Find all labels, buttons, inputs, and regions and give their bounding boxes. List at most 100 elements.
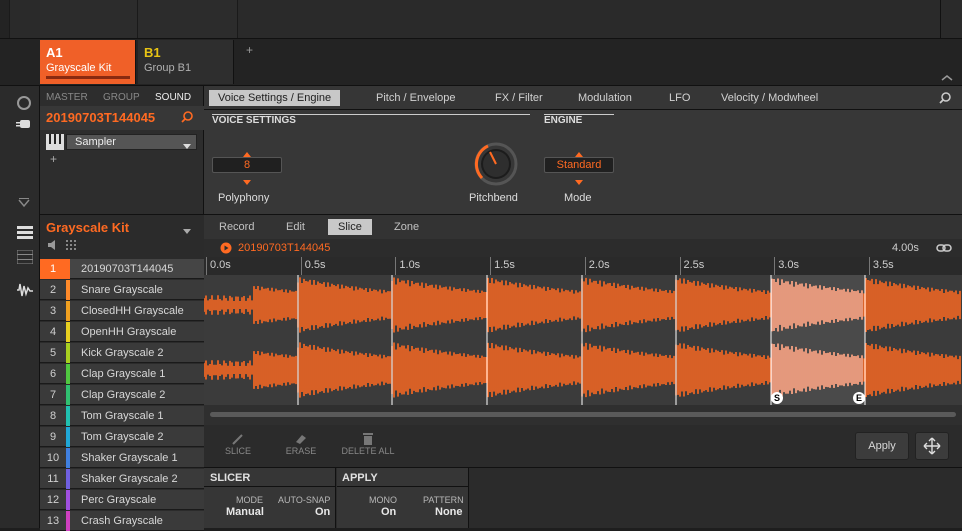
search-icon[interactable] [181, 111, 193, 123]
slot-name: Snare Grayscale [81, 284, 163, 296]
sound-slot[interactable]: 1 20190703T144045 [40, 259, 204, 279]
slot-color [66, 259, 70, 279]
sound-slot[interactable]: 13 Crash Grayscale [40, 511, 204, 531]
slot-number: 4 [49, 326, 57, 338]
chevron-down-icon[interactable] [183, 225, 191, 237]
add-group-button[interactable]: + [246, 43, 253, 57]
speaker-icon[interactable] [48, 240, 58, 250]
tab-sound[interactable]: SOUND [155, 92, 191, 103]
ruler-label: 2.0s [588, 259, 610, 271]
pitchbend-knob[interactable] [474, 142, 518, 186]
tab-voice-settings[interactable]: Voice Settings / Engine [209, 90, 341, 106]
sound-slot[interactable]: 8 Tom Grayscale 1 [40, 406, 204, 426]
arrow-down-icon[interactable] [575, 176, 583, 188]
add-plugin-button[interactable]: + [50, 152, 57, 166]
eraser-icon [296, 435, 306, 444]
sound-slot[interactable]: 2 Snare Grayscale [40, 280, 204, 300]
sample-name: 20190703T144045 [238, 242, 331, 254]
keyboard-view-icon[interactable] [16, 249, 34, 265]
mode-value[interactable]: Manual [226, 506, 264, 518]
slot-color [66, 448, 70, 468]
sound-slot[interactable]: 4 OpenHH Grayscale [40, 322, 204, 342]
tab-lfo[interactable]: LFO [660, 90, 699, 106]
tab-slice[interactable]: Slice [328, 219, 372, 235]
sound-slot[interactable]: 11 Shaker Grayscale 2 [40, 469, 204, 489]
sample-editor-icon[interactable] [16, 282, 34, 298]
tab-record[interactable]: Record [209, 219, 264, 235]
tab-velocity-modwheel[interactable]: Velocity / Modwheel [712, 90, 827, 106]
tab-master[interactable]: MASTER [46, 92, 88, 103]
tab-edit[interactable]: Edit [276, 219, 315, 235]
plugin-icon[interactable] [16, 118, 32, 130]
pattern-view-icon[interactable] [17, 226, 33, 240]
kit-name: Grayscale Kit [46, 220, 130, 235]
slice-tool-label: SLICE [224, 446, 251, 456]
plugin-selector[interactable]: Sampler [66, 134, 197, 150]
autosnap-value[interactable]: On [315, 506, 330, 518]
ruler-label: 0.0s [210, 259, 231, 271]
tab-zone[interactable]: Zone [384, 219, 429, 235]
drag-slices-button[interactable] [915, 432, 949, 460]
slice-end-marker[interactable]: E [853, 392, 865, 404]
waveform-display[interactable]: S E [203, 275, 962, 405]
search-icon[interactable] [939, 92, 951, 104]
erase-tool-button[interactable]: ERASE [277, 432, 325, 456]
slot-number: 8 [49, 410, 57, 422]
section-divider [544, 114, 614, 115]
ruler-label: 0.5s [304, 259, 326, 271]
arranger-column [138, 0, 238, 40]
mode-value[interactable]: Standard [544, 157, 614, 173]
slot-number: 7 [49, 389, 57, 401]
tab-fx-filter[interactable]: FX / Filter [486, 90, 552, 106]
tab-pitch-envelope[interactable]: Pitch / Envelope [367, 90, 465, 106]
apply-title: APPLY [342, 472, 378, 484]
erase-tool-label: ERASE [285, 446, 317, 456]
slot-color [66, 406, 70, 426]
mode-label: MODE [236, 495, 263, 505]
sound-slot[interactable]: 7 Clap Grayscale 2 [40, 385, 204, 405]
divider [204, 486, 336, 487]
arrow-down-icon[interactable] [243, 176, 251, 188]
play-icon[interactable] [220, 242, 232, 254]
waveform-svg [203, 275, 961, 405]
link-icon[interactable] [936, 243, 952, 253]
group-id: A1 [46, 45, 63, 60]
tab-group[interactable]: GROUP [103, 92, 140, 103]
ruler-label: 3.5s [872, 259, 894, 271]
time-ruler[interactable]: 0.0s 0.5s 1.0s 1.5s 2.0s 2.5s 3.0s 3.5s [204, 257, 962, 275]
pattern-value[interactable]: None [435, 506, 463, 518]
delete-all-label: DELETE ALL [341, 446, 395, 456]
slicer-section: SLICER MODE Manual AUTO-SNAP On [204, 468, 336, 528]
autosnap-label: AUTO-SNAP [278, 495, 331, 505]
arranger-area [0, 0, 962, 40]
browser-icon[interactable] [17, 96, 31, 110]
horizontal-scroll-area [204, 405, 962, 425]
apply-button[interactable]: Apply [855, 432, 909, 460]
collapse-icon[interactable] [940, 73, 954, 81]
sound-slot[interactable]: 3 ClosedHH Grayscale [40, 301, 204, 321]
collapse-down-icon[interactable] [18, 198, 30, 208]
slicer-title: SLICER [210, 472, 251, 484]
sound-slot[interactable]: 12 Perc Grayscale [40, 490, 204, 510]
sound-slot[interactable]: 10 Shaker Grayscale 1 [40, 448, 204, 468]
grid-icon[interactable] [66, 240, 78, 250]
arranger-scrollbar[interactable] [940, 0, 962, 40]
polyphony-value[interactable]: 8 [212, 157, 282, 173]
slot-number: 2 [49, 284, 57, 296]
slot-color [66, 280, 70, 300]
ruler-tick [395, 257, 397, 275]
sound-slot[interactable]: 6 Clap Grayscale 1 [40, 364, 204, 384]
slot-name: OpenHH Grayscale [81, 326, 177, 338]
sound-slot[interactable]: 5 Kick Grayscale 2 [40, 343, 204, 363]
sound-slot[interactable]: 9 Tom Grayscale 2 [40, 427, 204, 447]
horizontal-scrollbar[interactable] [210, 412, 956, 417]
group-tile-a1[interactable]: A1 Grayscale Kit [40, 40, 136, 84]
delete-all-button[interactable]: DELETE ALL [340, 432, 396, 456]
slice-start-marker[interactable]: S [771, 392, 783, 404]
mono-value[interactable]: On [381, 506, 396, 518]
tab-modulation[interactable]: Modulation [569, 90, 641, 106]
group-tile-b1[interactable]: B1 Group B1 [138, 40, 234, 84]
ruler-tick [868, 257, 870, 275]
slot-number: 9 [49, 431, 57, 443]
slice-tool-button[interactable]: SLICE [214, 432, 262, 456]
